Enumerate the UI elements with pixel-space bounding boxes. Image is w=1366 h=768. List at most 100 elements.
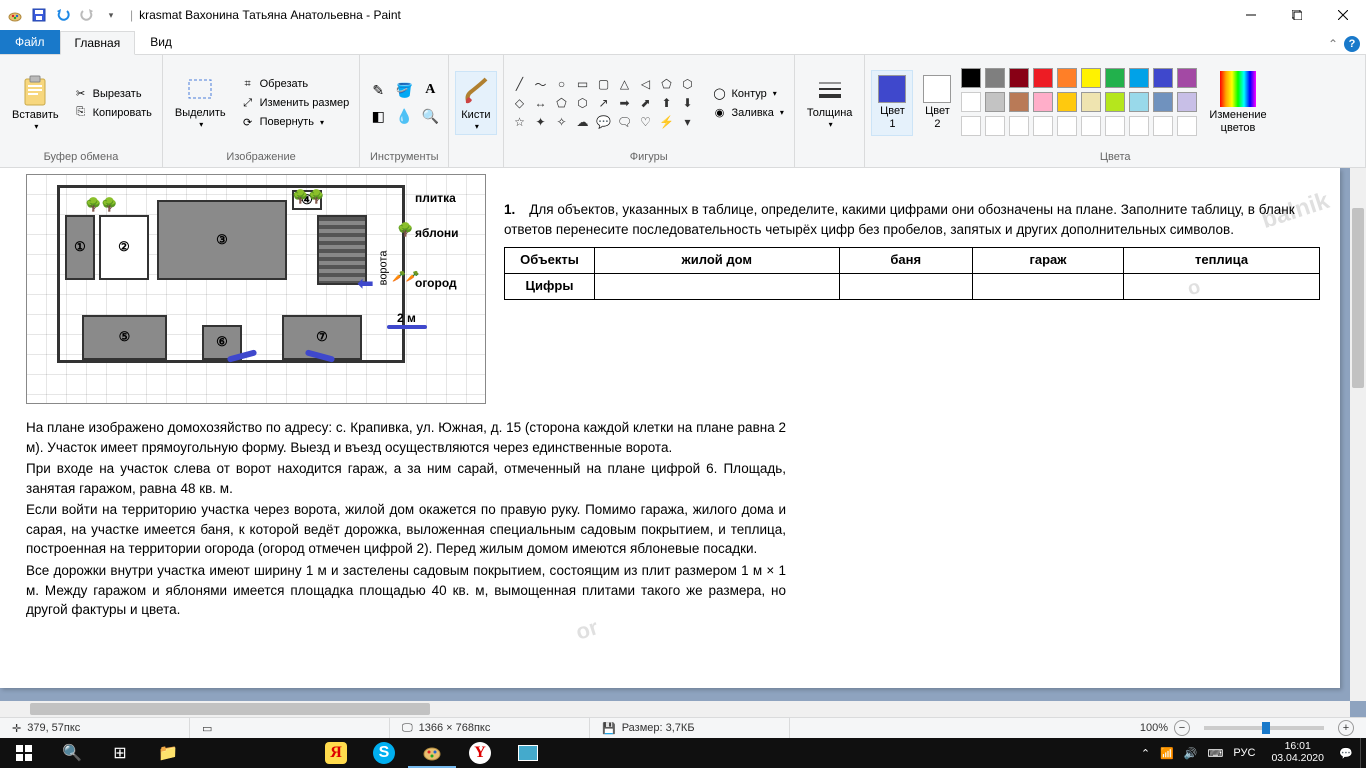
monitor-app-icon[interactable] [504, 738, 552, 768]
notifications-icon[interactable]: 💬 [1332, 738, 1360, 768]
title-bar: ▾ | krasmat Вахонина Татьяна Анатольевна… [0, 0, 1366, 30]
brushes-label: Кисти [461, 109, 490, 122]
picker-tool[interactable]: 💧 [392, 104, 416, 128]
canvas-page[interactable]: ① ② ③ ④ ⑤ ⑥ ⑦ ⬅ ворота плитка яблони ого… [0, 168, 1340, 688]
palette-swatch[interactable] [1129, 92, 1149, 112]
app-icon[interactable] [4, 4, 26, 26]
palette-swatch[interactable] [1177, 68, 1197, 88]
group-brushes: Кисти ▾ [449, 55, 503, 167]
palette-swatch[interactable] [1177, 92, 1197, 112]
palette-swatch[interactable] [1177, 116, 1197, 136]
qat-more-icon[interactable]: ▾ [100, 4, 122, 26]
brushes-button[interactable]: Кисти ▾ [455, 71, 496, 136]
rotate-button[interactable]: ⟳Повернуть▾ [236, 114, 354, 131]
show-desktop-button[interactable] [1360, 738, 1366, 768]
redo-icon[interactable] [76, 4, 98, 26]
shapes-gallery[interactable]: ╱〜○▭▢△◁⬠⬡ ◇↔⬠⬡↗➡⬈⬆⬇ ☆✦✧☁💬🗨♡⚡▾ [510, 75, 698, 131]
resize-button[interactable]: ⤢Изменить размер [236, 95, 354, 112]
palette-swatch[interactable] [1081, 116, 1101, 136]
palette-swatch[interactable] [961, 68, 981, 88]
maximize-button[interactable] [1274, 0, 1320, 30]
yandex-app-icon[interactable]: Я [312, 738, 360, 768]
zoom-in-button[interactable]: + [1338, 720, 1354, 736]
clock[interactable]: 16:01 03.04.2020 [1263, 741, 1332, 764]
skype-icon[interactable]: S [360, 738, 408, 768]
palette-swatch[interactable] [1033, 68, 1053, 88]
zoom-out-button[interactable]: − [1174, 720, 1190, 736]
cursor-position: 379, 57пкс [27, 722, 80, 734]
plan-diagram: ① ② ③ ④ ⑤ ⑥ ⑦ ⬅ ворота плитка яблони ого… [26, 174, 486, 404]
palette-swatch[interactable] [961, 92, 981, 112]
palette-swatch[interactable] [1105, 116, 1125, 136]
palette-swatch[interactable] [1153, 92, 1173, 112]
pencil-tool[interactable]: ✎ [366, 78, 390, 102]
tab-file[interactable]: Файл [0, 30, 60, 54]
palette-swatch[interactable] [1105, 92, 1125, 112]
paint-taskbar-icon[interactable] [408, 738, 456, 768]
group-clipboard: Вставить ▾ ✂Вырезать ⎘Копировать Буфер о… [0, 55, 163, 167]
paste-button[interactable]: Вставить ▾ [6, 71, 65, 136]
canvas-area[interactable]: ① ② ③ ④ ⑤ ⑥ ⑦ ⬅ ворота плитка яблони ого… [0, 168, 1366, 717]
fill-tool[interactable]: 🪣 [392, 78, 416, 102]
start-button[interactable] [0, 738, 48, 768]
shape-outline-button[interactable]: ◯Контур▾ [708, 85, 788, 102]
canvas-size-icon: 🖵 [402, 722, 413, 735]
select-label: Выделить [175, 107, 226, 120]
tab-view[interactable]: Вид [135, 30, 187, 54]
title-separator: | [126, 8, 137, 22]
palette-swatch[interactable] [1129, 116, 1149, 136]
sound-icon[interactable]: 🔊 [1184, 747, 1198, 760]
eraser-tool[interactable]: ◧ [366, 104, 390, 128]
close-button[interactable] [1320, 0, 1366, 30]
minimize-button[interactable] [1228, 0, 1274, 30]
search-button[interactable]: 🔍 [48, 738, 96, 768]
copy-button[interactable]: ⎘Копировать [69, 104, 156, 121]
crop-button[interactable]: ⌗Обрезать [236, 76, 354, 93]
vertical-scrollbar[interactable] [1350, 168, 1366, 701]
palette-swatch[interactable] [1009, 68, 1029, 88]
palette-swatch[interactable] [985, 92, 1005, 112]
help-icon[interactable]: ? [1344, 36, 1360, 52]
palette-swatch[interactable] [1033, 116, 1053, 136]
palette-swatch[interactable] [961, 116, 981, 136]
keyboard-icon[interactable]: ⌨ [1208, 747, 1224, 760]
palette-swatch[interactable] [1057, 116, 1077, 136]
edit-colors-button[interactable]: Изменение цветов [1203, 67, 1272, 139]
palette-swatch[interactable] [1009, 92, 1029, 112]
palette-swatch[interactable] [985, 116, 1005, 136]
language-indicator[interactable]: РУС [1233, 747, 1255, 759]
magnifier-tool[interactable]: 🔍 [418, 104, 442, 128]
palette-swatch[interactable] [1081, 68, 1101, 88]
undo-icon[interactable] [52, 4, 74, 26]
tray-chevron-icon[interactable]: ⌃ [1141, 747, 1150, 760]
color-palette[interactable] [961, 68, 1199, 138]
select-button[interactable]: Выделить ▾ [169, 73, 232, 134]
color1-button[interactable]: Цвет 1 [871, 70, 913, 136]
palette-swatch[interactable] [985, 68, 1005, 88]
palette-swatch[interactable] [1081, 92, 1101, 112]
tab-home[interactable]: Главная [60, 31, 136, 55]
text-tool[interactable]: A [418, 78, 442, 102]
palette-swatch[interactable] [1057, 92, 1077, 112]
palette-swatch[interactable] [1057, 68, 1077, 88]
palette-swatch[interactable] [1129, 68, 1149, 88]
save-icon[interactable] [28, 4, 50, 26]
palette-swatch[interactable] [1033, 92, 1053, 112]
explorer-button[interactable]: 📁 [144, 738, 192, 768]
collapse-ribbon-icon[interactable]: ⌃ [1328, 37, 1338, 51]
yandex-browser-icon[interactable]: Y [456, 738, 504, 768]
palette-swatch[interactable] [1009, 116, 1029, 136]
palette-swatch[interactable] [1105, 68, 1125, 88]
taskview-button[interactable]: ⊞ [96, 738, 144, 768]
color2-button[interactable]: Цвет 2 [917, 71, 957, 135]
palette-swatch[interactable] [1153, 68, 1173, 88]
size-button[interactable]: Толщина ▾ [801, 73, 859, 134]
horizontal-scrollbar[interactable] [0, 701, 1350, 717]
paste-label: Вставить [12, 109, 59, 122]
wifi-icon[interactable]: 📶 [1160, 747, 1174, 760]
cut-button[interactable]: ✂Вырезать [69, 85, 156, 102]
shape-fill-button[interactable]: ◉Заливка▾ [708, 104, 788, 121]
zoom-slider[interactable] [1204, 726, 1324, 730]
palette-swatch[interactable] [1153, 116, 1173, 136]
zoom-level: 100% [1140, 722, 1168, 734]
